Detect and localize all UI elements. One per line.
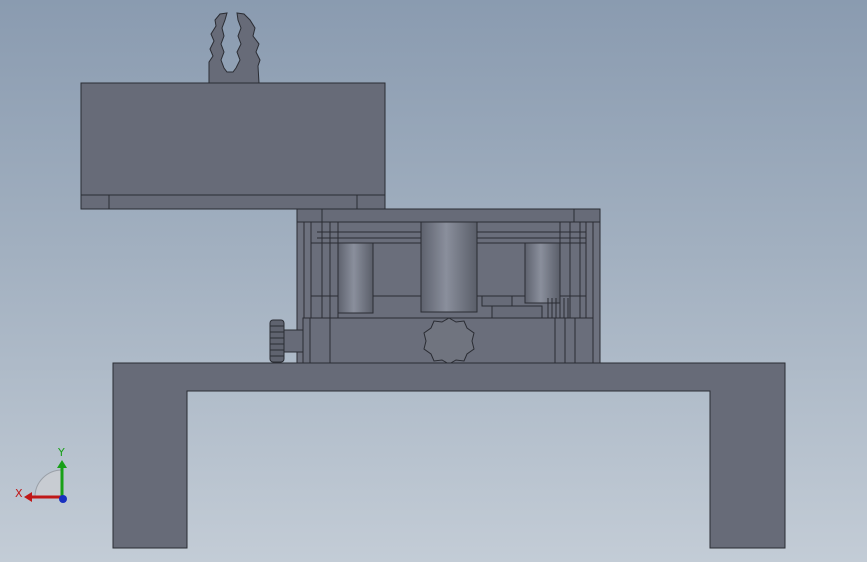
x-axis-arrow xyxy=(24,492,32,502)
cad-viewport[interactable]: X Y xyxy=(0,0,867,562)
coordinate-triad: X Y xyxy=(15,446,67,503)
cad-model-drawing: X Y xyxy=(15,12,786,549)
central-cylinder xyxy=(420,221,478,313)
upper-block-base-plate xyxy=(80,194,386,210)
left-cylinder xyxy=(337,242,374,314)
assembly-top-plate xyxy=(296,208,601,223)
triad-plane-sector xyxy=(34,469,63,498)
bracket-detail xyxy=(481,295,513,307)
bracket-detail-lower xyxy=(491,305,543,319)
knob-shaft xyxy=(283,329,304,353)
upper-block xyxy=(80,82,386,196)
gripper-claw xyxy=(208,12,261,84)
base-table-frame xyxy=(112,362,786,549)
y-axis-label: Y xyxy=(57,446,65,459)
z-axis-dot xyxy=(59,495,67,503)
right-cylinder xyxy=(524,242,561,304)
y-axis-arrow xyxy=(57,460,67,468)
x-axis-label: X xyxy=(15,487,23,500)
